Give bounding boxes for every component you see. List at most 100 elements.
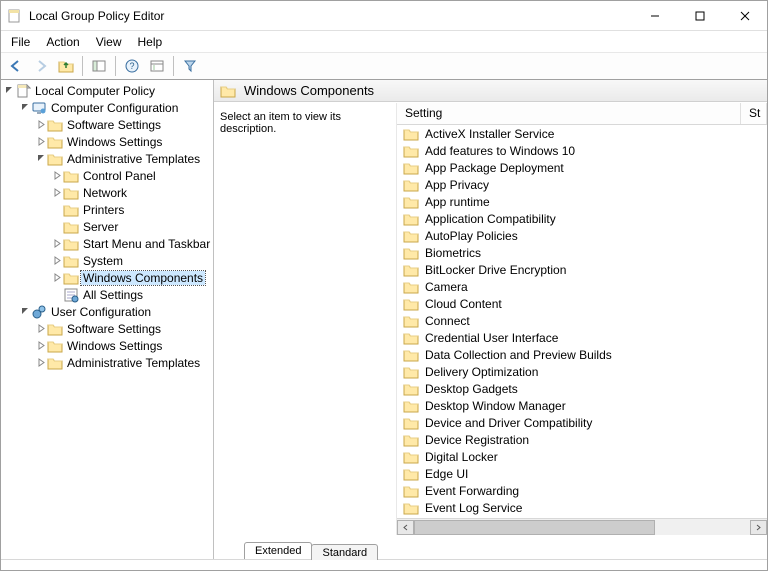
list-item-label: Credential User Interface: [425, 331, 558, 345]
tree-cc-control-panel[interactable]: Control Panel: [3, 167, 213, 184]
folder-icon: [403, 364, 419, 380]
list-header[interactable]: Setting St: [397, 103, 767, 125]
list-item[interactable]: Event Forwarding: [397, 482, 767, 499]
tree-expander[interactable]: [35, 324, 47, 333]
menu-file[interactable]: File: [3, 33, 38, 51]
list-item[interactable]: Add features to Windows 10: [397, 142, 767, 159]
list-item[interactable]: Connect: [397, 312, 767, 329]
tree-cc-all-settings[interactable]: All Settings: [3, 286, 213, 303]
tree-expander[interactable]: [35, 358, 47, 367]
tree-expander[interactable]: [51, 188, 63, 197]
filter-button[interactable]: [179, 55, 201, 77]
list-item[interactable]: Digital Locker: [397, 448, 767, 465]
tree-cc-network[interactable]: Network: [3, 184, 213, 201]
menu-view[interactable]: View: [88, 33, 130, 51]
tree-cc-windows-components[interactable]: Windows Components: [3, 269, 213, 286]
content-area: Local Computer PolicyComputer Configurat…: [1, 80, 767, 559]
tree-cc-printers[interactable]: Printers: [3, 201, 213, 218]
tree-cc-server[interactable]: Server: [3, 218, 213, 235]
list-item[interactable]: BitLocker Drive Encryption: [397, 261, 767, 278]
list-item-label: App runtime: [425, 195, 490, 209]
tree-expander[interactable]: [3, 86, 15, 95]
list-item[interactable]: Application Compatibility: [397, 210, 767, 227]
help-button[interactable]: ?: [121, 55, 143, 77]
tree-uc-admin-templates[interactable]: Administrative Templates: [3, 354, 213, 371]
tab-standard[interactable]: Standard: [311, 544, 378, 560]
tree-expander[interactable]: [51, 239, 63, 248]
tree-cc-software[interactable]: Software Settings: [3, 116, 213, 133]
folder-icon: [63, 168, 79, 184]
list-item[interactable]: AutoPlay Policies: [397, 227, 767, 244]
nav-back-button[interactable]: [5, 55, 27, 77]
scope-tree[interactable]: Local Computer PolicyComputer Configurat…: [1, 80, 214, 559]
list-item[interactable]: App Privacy: [397, 176, 767, 193]
list-item[interactable]: Cloud Content: [397, 295, 767, 312]
horizontal-scrollbar[interactable]: [397, 518, 767, 535]
tree-expander[interactable]: [35, 137, 47, 146]
folder-icon: [47, 355, 63, 371]
svg-text:?: ?: [129, 61, 134, 71]
monitor-icon: [31, 100, 47, 116]
menu-action[interactable]: Action: [38, 33, 87, 51]
column-setting[interactable]: Setting: [397, 103, 741, 124]
minimize-button[interactable]: [632, 1, 677, 30]
list-item-label: Edge UI: [425, 467, 468, 481]
list-item[interactable]: Device Registration: [397, 431, 767, 448]
list-item[interactable]: Delivery Optimization: [397, 363, 767, 380]
tree-user-configuration[interactable]: User Configuration: [3, 303, 213, 320]
list-item[interactable]: Credential User Interface: [397, 329, 767, 346]
tree-expander[interactable]: [19, 307, 31, 316]
list-item[interactable]: App runtime: [397, 193, 767, 210]
tree-cc-windows[interactable]: Windows Settings: [3, 133, 213, 150]
tree-expander[interactable]: [51, 171, 63, 180]
list-item[interactable]: ActiveX Installer Service: [397, 125, 767, 142]
scroll-left-button[interactable]: [397, 520, 414, 535]
nav-up-button[interactable]: [55, 55, 77, 77]
list-item-label: Digital Locker: [425, 450, 498, 464]
folder-icon: [63, 219, 79, 235]
folder-icon: [403, 177, 419, 193]
tree-cc-admin-templates[interactable]: Administrative Templates: [3, 150, 213, 167]
list-item[interactable]: Biometrics: [397, 244, 767, 261]
tree-cc-system[interactable]: System: [3, 252, 213, 269]
folder-icon: [403, 381, 419, 397]
tree-expander[interactable]: [19, 103, 31, 112]
tree-uc-software[interactable]: Software Settings: [3, 320, 213, 337]
menu-help[interactable]: Help: [130, 33, 171, 51]
properties-button[interactable]: [146, 55, 168, 77]
list-item[interactable]: Data Collection and Preview Builds: [397, 346, 767, 363]
show-hide-tree-button[interactable]: [88, 55, 110, 77]
tree-expander[interactable]: [35, 341, 47, 350]
menubar: File Action View Help: [1, 31, 767, 52]
list-item[interactable]: Event Log Service: [397, 499, 767, 516]
list-body[interactable]: ActiveX Installer Service Add features to…: [397, 125, 767, 518]
list-item[interactable]: App Package Deployment: [397, 159, 767, 176]
scroll-right-button[interactable]: [750, 520, 767, 535]
tree-cc-start-menu[interactable]: Start Menu and Taskbar: [3, 235, 213, 252]
tree-root[interactable]: Local Computer Policy: [3, 82, 213, 99]
maximize-button[interactable]: [677, 1, 722, 30]
list-item-label: Desktop Gadgets: [425, 382, 518, 396]
column-state[interactable]: St: [741, 103, 767, 124]
list-item-label: Add features to Windows 10: [425, 144, 575, 158]
window-title: Local Group Policy Editor: [27, 9, 164, 23]
list-item[interactable]: Device and Driver Compatibility: [397, 414, 767, 431]
scroll-thumb[interactable]: [414, 520, 655, 535]
tree-expander[interactable]: [35, 154, 47, 163]
tree-uc-windows[interactable]: Windows Settings: [3, 337, 213, 354]
folder-icon: [403, 228, 419, 244]
tab-extended[interactable]: Extended: [244, 542, 312, 559]
list-item[interactable]: Desktop Gadgets: [397, 380, 767, 397]
list-item[interactable]: Desktop Window Manager: [397, 397, 767, 414]
tree-expander[interactable]: [51, 256, 63, 265]
list-item-label: Camera: [425, 280, 468, 294]
tree-computer-configuration[interactable]: Computer Configuration: [3, 99, 213, 116]
list-item-label: Delivery Optimization: [425, 365, 538, 379]
result-heading-text: Windows Components: [244, 83, 374, 98]
tree-expander[interactable]: [35, 120, 47, 129]
nav-forward-button[interactable]: [30, 55, 52, 77]
tree-expander[interactable]: [51, 273, 63, 282]
close-button[interactable]: [722, 1, 767, 30]
list-item[interactable]: Edge UI: [397, 465, 767, 482]
list-item[interactable]: Camera: [397, 278, 767, 295]
